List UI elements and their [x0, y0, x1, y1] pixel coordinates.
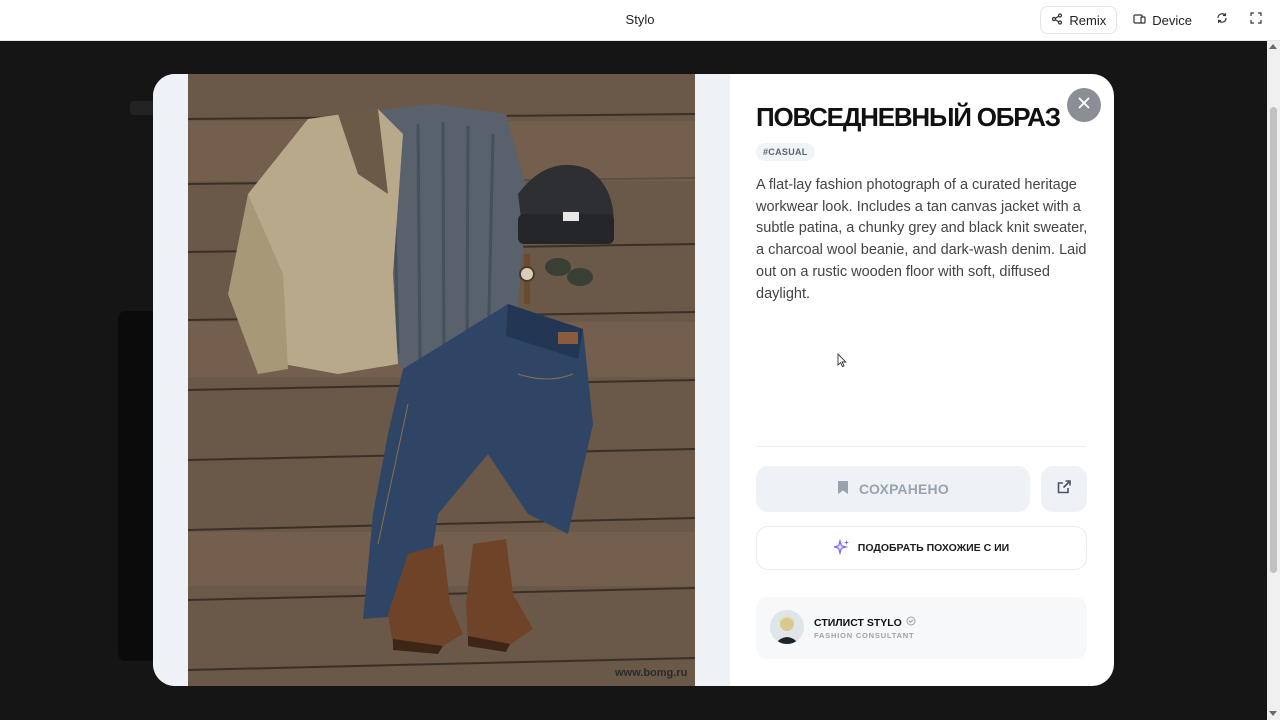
mouse-cursor-icon [837, 352, 847, 373]
stylist-avatar [770, 610, 804, 644]
close-button[interactable] [1067, 88, 1101, 122]
look-info-panel: ПОВСЕДНЕВНЫЙ ОБРАЗ #CASUAL A flat-lay fa… [756, 74, 1087, 686]
look-tag[interactable]: #CASUAL [756, 143, 815, 161]
close-icon [1078, 96, 1090, 114]
stylist-card[interactable]: СТИЛИСТ STYLO FASHION CONSULTANT [756, 597, 1087, 659]
look-title: ПОВСЕДНЕВНЫЙ ОБРАЗ [756, 102, 1061, 132]
saved-button[interactable]: СОХРАНЕНО [756, 466, 1030, 512]
remix-button[interactable]: Remix [1040, 6, 1118, 34]
stylist-name-row: СТИЛИСТ STYLO [814, 616, 916, 629]
sparkles-icon [831, 538, 850, 558]
scroll-up-arrow[interactable] [1269, 44, 1277, 49]
fullscreen-icon [1250, 11, 1262, 29]
refresh-button[interactable] [1208, 6, 1236, 34]
scroll-down-arrow[interactable] [1269, 711, 1277, 716]
top-bar-actions: Remix Device [1040, 6, 1270, 34]
saved-label: СОХРАНЕНО [859, 481, 949, 497]
look-photo: www.bomg.ru [188, 74, 695, 686]
refresh-icon [1216, 11, 1228, 29]
remix-icon [1051, 12, 1063, 28]
stylist-name: СТИЛИСТ STYLO [814, 616, 902, 629]
photo-watermark: www.bomg.ru [615, 667, 688, 679]
top-bar: Stylo Remix Device [0, 0, 1280, 41]
device-button[interactable]: Device [1123, 6, 1202, 34]
device-label: Device [1152, 12, 1192, 28]
page-scrollbar[interactable] [1267, 41, 1280, 720]
external-link-icon [1056, 479, 1072, 500]
photo-panel: www.bomg.ru [153, 74, 730, 686]
device-icon [1133, 13, 1146, 28]
remix-label: Remix [1069, 12, 1107, 28]
fullscreen-button[interactable] [1242, 6, 1270, 34]
share-button[interactable] [1041, 466, 1087, 512]
look-description: A flat-lay fashion photograph of a curat… [756, 177, 1088, 302]
divider [756, 446, 1086, 447]
scrollbar-thumb[interactable] [1270, 107, 1277, 573]
ai-match-label: ПОДОБРАТЬ ПОХОЖИЕ С ИИ [857, 542, 1010, 554]
bookmark-icon [837, 480, 849, 498]
ai-match-button[interactable]: ПОДОБРАТЬ ПОХОЖИЕ С ИИ [756, 526, 1087, 570]
stylist-role: FASHION CONSULTANT [814, 631, 915, 640]
look-modal: www.bomg.ru ПОВСЕДНЕВНЫЙ ОБРАЗ #CASUAL A… [153, 74, 1114, 686]
verified-icon [906, 616, 916, 629]
